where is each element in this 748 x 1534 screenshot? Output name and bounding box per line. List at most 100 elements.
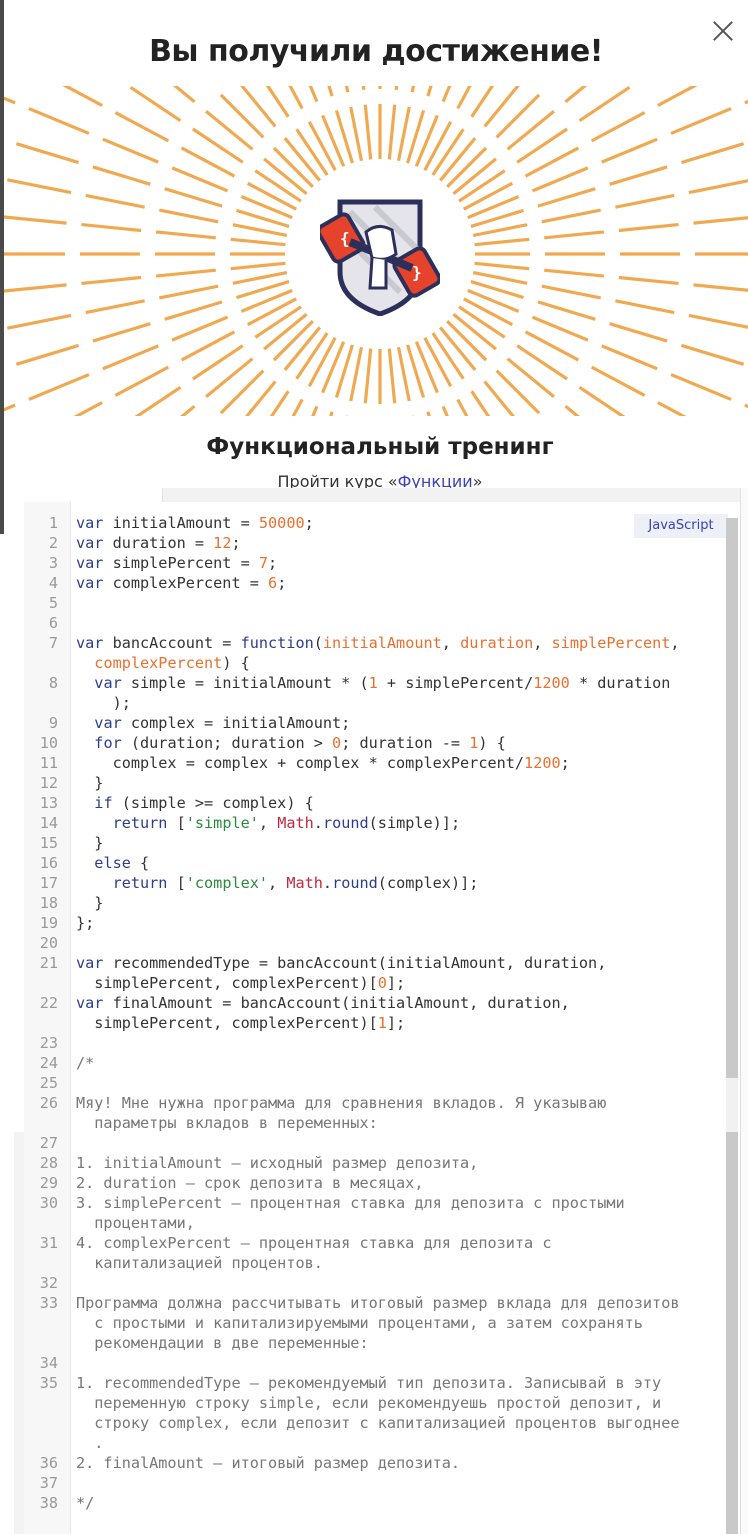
- line-text: };: [76, 914, 95, 932]
- sunburst-ray: [387, 104, 397, 160]
- line-text: 1. recommendedType — рекомендуемый тип д…: [76, 1374, 662, 1392]
- line-number: 23: [39, 1034, 58, 1052]
- sunburst-ray: [578, 86, 631, 122]
- sunburst-ray: [159, 208, 219, 224]
- sunburst-ray: [474, 261, 530, 271]
- scrollbar-thumb[interactable]: [726, 518, 738, 1078]
- sunburst-ray: [102, 137, 159, 164]
- sunburst-ray: [601, 137, 658, 164]
- line-number: 17: [39, 874, 58, 892]
- sunburst-ray: [456, 86, 472, 110]
- sunburst-ray: [114, 111, 170, 143]
- line-text: else {: [94, 854, 150, 872]
- dumbbell-fist-icon: { }: [320, 199, 440, 316]
- line-text: var initialAmount = 50000;: [76, 514, 314, 532]
- line-number: 9: [48, 714, 58, 732]
- sunburst-ray: [164, 300, 223, 321]
- sunburst-ray: [618, 275, 679, 285]
- line-text: 4. complexPercent — процентная ставка дл…: [76, 1234, 552, 1252]
- sunburst-ray: [470, 86, 495, 118]
- line-text: simplePercent, complexPercent)[1];: [76, 1014, 406, 1032]
- svg-text:{: {: [340, 229, 350, 248]
- sunburst-ray: [246, 297, 297, 327]
- sunburst-ray: [463, 297, 514, 327]
- sunburst-ray: [423, 337, 453, 388]
- sunburst-ray: [670, 373, 732, 401]
- sunburst-ray: [537, 187, 596, 208]
- sunburst-ray: [693, 216, 748, 225]
- editor-scrollbar[interactable]: [726, 518, 738, 1534]
- line-number: 37: [39, 1474, 58, 1492]
- sunburst-ray: [244, 380, 277, 416]
- sunburst-ray: [269, 390, 290, 416]
- line-text: капитализацией процентов.: [76, 1254, 323, 1272]
- line-number: 8: [48, 674, 58, 692]
- sunburst-ray: [394, 86, 399, 90]
- sunburst-ray: [688, 313, 748, 329]
- sunburst-ray: [531, 166, 589, 193]
- sunburst-ray: [680, 343, 745, 366]
- sunburst-ray: [349, 106, 364, 162]
- sunburst-ray: [541, 208, 601, 224]
- line-number: 30: [39, 1194, 58, 1212]
- line-text: var simple = initialAmount * (1 + simple…: [94, 674, 671, 692]
- sunburst-ray: [92, 165, 151, 186]
- line-text: параметры вкладов в переменных:: [76, 1114, 378, 1132]
- sunburst-ray: [6, 313, 72, 330]
- line-number: 13: [39, 794, 58, 812]
- sunburst-ray: [458, 169, 506, 203]
- sunburst-ray: [680, 142, 745, 165]
- editor-topbar-tab: [162, 488, 745, 502]
- description-suffix: »: [472, 472, 483, 488]
- sunburst-ray: [4, 96, 16, 105]
- sunburst-ray: [544, 268, 605, 278]
- sunburst-ray: [578, 386, 626, 416]
- sunburst-ray: [62, 86, 103, 107]
- line-text: return ['simple', Math.round(simple)];: [112, 814, 461, 832]
- sunburst-ray: [431, 332, 465, 380]
- line-number: 25: [39, 1074, 58, 1092]
- sunburst-ray: [81, 223, 142, 233]
- line-text: for (duration; duration > 0; duration -=…: [94, 734, 506, 752]
- sunburst-ray: [4, 283, 67, 293]
- line-text: рекомендации в две переменные:: [76, 1334, 369, 1352]
- line-number: 33: [39, 1294, 58, 1312]
- line-text: var complex = initialAmount;: [94, 714, 351, 732]
- sunburst-ray: [410, 86, 416, 93]
- sunburst-ray: [134, 386, 182, 416]
- sunburst-ray: [544, 230, 605, 240]
- sunburst-ray: [387, 348, 397, 404]
- sunburst-ray: [601, 344, 658, 371]
- sunburst-ray: [363, 104, 373, 160]
- sunburst-ray: [102, 344, 159, 371]
- svg-text:}: }: [412, 263, 422, 282]
- code-editor[interactable]: 1 var initialAmount = 50000; 2 var duration…: [24, 502, 740, 1534]
- line-number: 11: [39, 754, 58, 772]
- sunburst-ray: [15, 343, 80, 366]
- sunburst-ray: [615, 193, 675, 209]
- line-number: 5: [48, 594, 58, 612]
- sunburst-ray: [590, 365, 646, 397]
- line-text: if (simple >= complex) {: [94, 794, 314, 812]
- achievement-description: Пройти курс «Функции»: [0, 472, 748, 488]
- sunburst-ray: [531, 315, 589, 342]
- sunburst-ray: [431, 128, 465, 176]
- language-badge: JavaScript: [634, 514, 728, 538]
- line-text: }: [76, 774, 104, 792]
- line-text: Программа должна рассчитывать итоговый р…: [76, 1294, 680, 1312]
- sunburst-ray: [470, 390, 491, 416]
- sunburst-ray: [396, 346, 411, 402]
- sunburst-ray: [159, 284, 219, 300]
- scrollbar-thumb-lower[interactable]: [726, 1132, 738, 1534]
- line-number: 24: [39, 1054, 58, 1072]
- sunburst-ray: [564, 405, 580, 416]
- course-link[interactable]: Функции: [398, 472, 473, 488]
- sunburst-ray: [219, 369, 265, 415]
- line-number: 19: [39, 914, 58, 932]
- sunburst-ray: [155, 230, 216, 240]
- line-number: 31: [39, 1234, 58, 1252]
- sunburst-ray: [114, 365, 170, 397]
- sunburst-ray: [590, 111, 646, 143]
- sunburst-ray: [28, 107, 90, 135]
- sunburst-ray: [85, 299, 145, 315]
